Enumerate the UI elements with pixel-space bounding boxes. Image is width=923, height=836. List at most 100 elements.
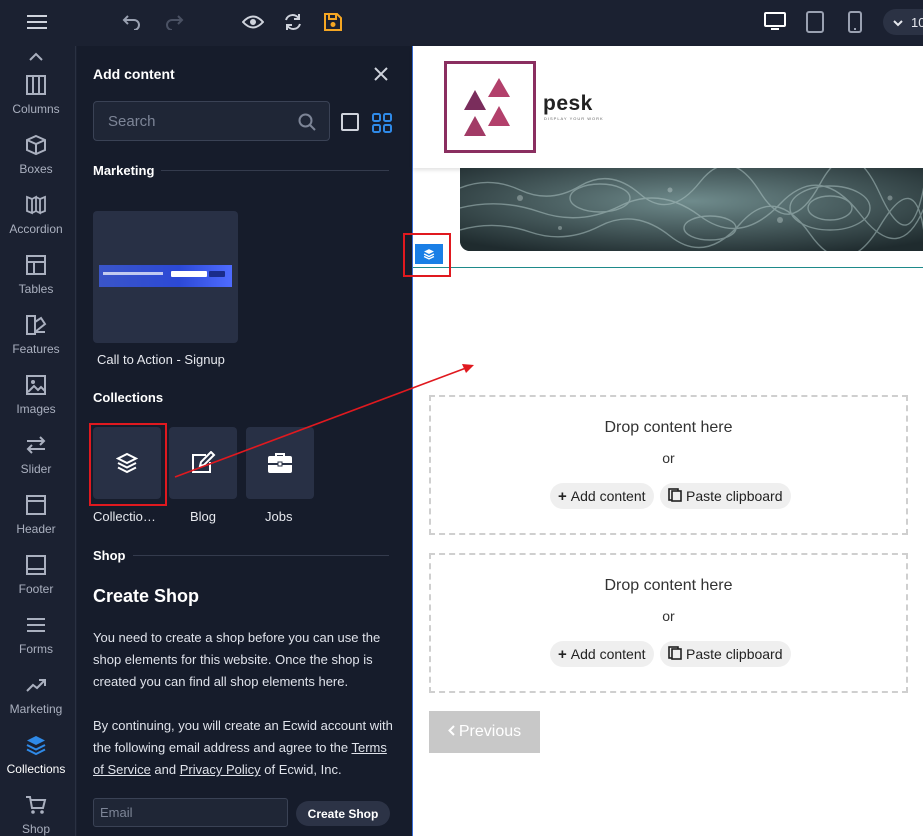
drop-zone-title: Drop content here (604, 419, 733, 436)
cta-signup-label: Call to Action - Signup (97, 352, 225, 367)
rail-label: Forms (19, 642, 53, 656)
create-shop-title: Create Shop (93, 586, 200, 606)
grid-view-icon[interactable] (372, 113, 392, 133)
zoom-dropdown[interactable]: 10 (883, 9, 923, 35)
terms-prefix: By continuing, you will create an Ecwid … (93, 718, 393, 755)
desktop-icon[interactable] (761, 8, 789, 36)
privacy-policy-link[interactable]: Privacy Policy (180, 762, 261, 777)
terms-and: and (150, 762, 180, 777)
rail-item-columns[interactable]: Columns (0, 74, 72, 130)
plus-icon: + (558, 645, 567, 663)
rail-item-forms[interactable]: Forms (0, 614, 72, 670)
rail-item-collections[interactable]: Collections (0, 734, 72, 790)
rail-label: Shop (21, 822, 51, 836)
add-content-button[interactable]: + Add content (550, 641, 654, 667)
drop-zone-title: Drop content here (604, 577, 733, 594)
clipboard-icon (668, 487, 682, 505)
rail-item-marketing[interactable]: Marketing (0, 674, 72, 730)
close-icon[interactable] (373, 66, 389, 82)
rail-item-accordion[interactable]: Accordion (0, 194, 72, 250)
clipboard-icon (668, 645, 682, 663)
logo-tagline: DISPLAY YOUR WORK (544, 116, 604, 121)
edit-icon (192, 451, 216, 473)
section-heading-shop: Shop (93, 548, 126, 563)
rail-label: Marketing (9, 702, 63, 716)
zoom-label: 10 (911, 14, 923, 30)
mobile-icon[interactable] (841, 8, 869, 36)
create-shop-button[interactable]: Create Shop (296, 801, 390, 826)
rail-item-footer[interactable]: Footer (0, 554, 72, 610)
logo-mark (444, 61, 536, 153)
chevron-left-icon (447, 723, 455, 741)
chevron-down-icon (893, 15, 903, 30)
collections-tile-label: Collectio… (93, 509, 156, 524)
section-heading-marketing: Marketing (93, 163, 155, 178)
rail-item-shop[interactable]: Shop (0, 794, 72, 836)
paste-clipboard-label: Paste clipboard (686, 488, 783, 504)
cart-icon (26, 796, 47, 814)
section-divider (133, 555, 389, 556)
rail-label: Slider (20, 462, 52, 476)
refresh-icon[interactable] (279, 8, 307, 36)
single-view-icon[interactable] (341, 113, 359, 131)
header-icon (26, 495, 46, 515)
add-content-button[interactable]: + Add content (550, 483, 654, 509)
collections-tile[interactable] (93, 427, 161, 499)
forms-icon (27, 618, 45, 632)
drop-zone[interactable]: Drop content here or + Add content Paste… (429, 553, 908, 693)
save-icon[interactable] (319, 8, 347, 36)
rail-label: Collections (6, 762, 66, 776)
rail-item-header[interactable]: Header (0, 494, 72, 550)
top-toolbar: 10 (0, 0, 923, 46)
briefcase-icon (268, 453, 292, 473)
preview-eye-icon[interactable] (239, 8, 267, 36)
previous-button[interactable]: Previous (429, 711, 540, 753)
rail-label: Images (16, 402, 56, 416)
cta-signup-card[interactable] (93, 211, 238, 343)
drop-zone-or: or (662, 608, 675, 624)
search-input[interactable] (94, 102, 294, 140)
section-divider (161, 170, 389, 171)
undo-icon[interactable] (118, 8, 146, 36)
rail-item-tables[interactable]: Tables (0, 254, 72, 310)
rail-label: Accordion (9, 222, 63, 236)
email-field[interactable] (93, 798, 288, 827)
jobs-tile-label: Jobs (265, 509, 293, 524)
drop-zone-or: or (662, 450, 675, 466)
layers-icon[interactable] (415, 244, 443, 264)
search-icon[interactable] (297, 112, 317, 132)
columns-icon (26, 75, 46, 95)
paste-clipboard-label: Paste clipboard (686, 646, 783, 662)
panel-title: Add content (93, 66, 175, 82)
paste-clipboard-button[interactable]: Paste clipboard (660, 483, 791, 509)
rail-item-slider[interactable]: Slider (0, 434, 72, 490)
add-content-label: Add content (570, 646, 646, 662)
menu-icon[interactable] (23, 8, 51, 36)
jobs-tile[interactable] (246, 427, 314, 499)
table-icon (26, 255, 46, 275)
chevron-up-icon[interactable] (26, 48, 46, 64)
rail-item-boxes[interactable]: Boxes (0, 134, 72, 190)
shop-description: You need to create a shop before you can… (93, 630, 381, 689)
rail-label: Header (16, 522, 56, 536)
element-category-rail: Columns Boxes Accordion Tables Features … (0, 46, 76, 836)
blog-tile-label: Blog (190, 509, 217, 524)
search-field (93, 101, 330, 141)
rail-label: Tables (18, 282, 54, 296)
layers-icon (116, 452, 138, 474)
tablet-icon[interactable] (801, 8, 829, 36)
section-heading-collections: Collections (93, 390, 164, 405)
terms-suffix: of Ecwid, Inc. (260, 762, 342, 777)
redo-icon[interactable] (160, 8, 188, 36)
accordion-icon (26, 195, 46, 215)
blog-tile[interactable] (169, 427, 237, 499)
layers-icon (26, 736, 46, 756)
add-content-label: Add content (570, 488, 646, 504)
rail-label: Footer (18, 582, 54, 596)
rail-item-features[interactable]: Features (0, 314, 72, 370)
rail-item-images[interactable]: Images (0, 374, 72, 430)
paste-clipboard-button[interactable]: Paste clipboard (660, 641, 791, 667)
site-header[interactable]: pesk DISPLAY YOUR WORK (413, 46, 923, 168)
drop-zone[interactable]: Drop content here or + Add content Paste… (429, 395, 908, 535)
add-content-panel: Add content Marketing Call to Action - S… (77, 46, 412, 836)
